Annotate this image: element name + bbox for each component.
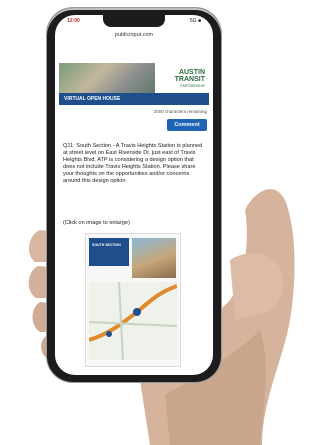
station-map-image[interactable]: SOUTH SECTION (85, 233, 181, 367)
logo-line1: AUSTIN (178, 69, 205, 76)
header-banner: AUSTIN TRANSIT PARTNERSHIP VIRTUAL OPEN … (59, 63, 209, 105)
doc-header: SOUTH SECTION (89, 238, 129, 266)
logo-area: AUSTIN TRANSIT PARTNERSHIP (155, 63, 209, 93)
phone-notch (103, 15, 165, 27)
logo-subtitle: PARTNERSHIP (180, 84, 205, 88)
address-bar[interactable]: publicinput.com (55, 29, 213, 41)
doc-map (88, 281, 178, 361)
phone-screen: 12:00 5G ■ publicinput.com AUSTIN TRANSI… (55, 15, 213, 375)
enlarge-note: (Click on image to enlarge) (63, 220, 130, 226)
route-map-graphic (88, 281, 178, 361)
status-icons: 5G ■ (189, 18, 201, 24)
banner-photo (59, 63, 155, 93)
status-time: 12:00 (67, 18, 80, 24)
characters-remaining: 2000 characters remaining (153, 109, 207, 114)
banner-strip: VIRTUAL OPEN HOUSE (59, 93, 209, 105)
austin-transit-logo: AUSTIN TRANSIT (175, 69, 205, 83)
phone-frame: 12:00 5G ■ publicinput.com AUSTIN TRANSI… (47, 8, 221, 382)
doc-photo (132, 238, 176, 278)
comment-button[interactable]: Comment (167, 119, 207, 131)
virtual-open-house-label: VIRTUAL OPEN HOUSE (64, 96, 121, 102)
question-text: Q11: South Section - A Travis Heights St… (63, 143, 203, 184)
logo-line2: TRANSIT (174, 76, 205, 83)
doc-header-text: SOUTH SECTION (92, 243, 121, 247)
